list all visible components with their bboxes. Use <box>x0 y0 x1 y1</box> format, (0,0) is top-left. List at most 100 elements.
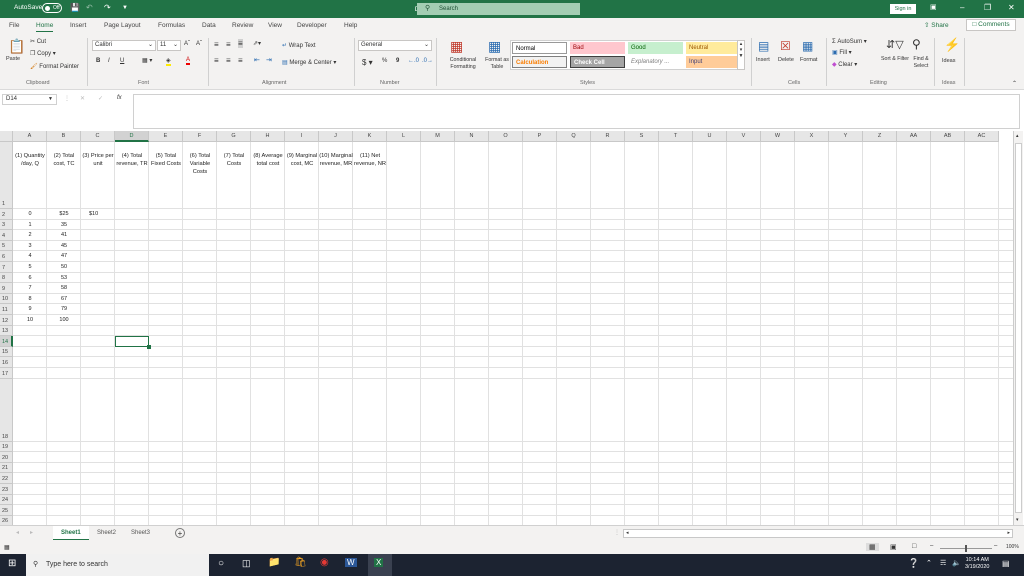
column-title-3[interactable]: (3) Price per unit <box>81 152 115 168</box>
scroll-right-icon[interactable]: ▸ <box>1007 530 1010 536</box>
column-header-n[interactable]: N <box>455 131 489 142</box>
font-size-select[interactable]: 11 ⌄ <box>157 40 181 51</box>
page-layout-view-icon[interactable]: ▣ <box>890 543 897 551</box>
row-header-11[interactable]: 11 <box>0 304 13 315</box>
cell-style-input[interactable]: Input <box>686 56 741 68</box>
cell-c2[interactable]: $10 <box>89 211 115 217</box>
delete-cells-icon[interactable]: ☒ <box>780 39 791 53</box>
tab-split-handle[interactable]: ⋮ <box>614 529 620 536</box>
row-header-7[interactable]: 7 <box>0 262 13 273</box>
column-header-k[interactable]: K <box>353 131 387 142</box>
cell-style-check-cell[interactable]: Check Cell <box>570 56 625 68</box>
format-cells-button[interactable]: Format <box>800 57 817 63</box>
add-sheet-button[interactable]: + <box>175 528 185 538</box>
enter-icon[interactable]: ✓ <box>98 95 103 102</box>
column-title-4[interactable]: (4) Total revenue, TR <box>115 152 149 168</box>
tab-file[interactable]: File <box>9 22 19 29</box>
collapse-ribbon-icon[interactable]: ⌃ <box>1012 80 1017 87</box>
row-header-5[interactable]: 5 <box>0 240 13 252</box>
show-hidden-icons[interactable]: ⌃ <box>926 559 932 567</box>
cell-a12[interactable]: 10 <box>13 317 47 323</box>
tab-view[interactable]: View <box>268 22 282 29</box>
column-header-c[interactable]: C <box>81 131 115 142</box>
zoom-in-button[interactable]: – <box>994 543 997 549</box>
store-icon[interactable]: 🛍 <box>294 557 307 568</box>
row-header-3[interactable]: 3 <box>0 219 13 231</box>
column-header-z[interactable]: Z <box>863 131 897 142</box>
align-left-icon[interactable]: ≡ <box>214 56 219 65</box>
column-title-7[interactable]: (7) Total Costs <box>217 152 251 168</box>
word-icon[interactable]: W <box>345 558 357 567</box>
cell-b9[interactable]: 58 <box>47 285 81 291</box>
row-header-24[interactable]: 24 <box>0 494 13 506</box>
zoom-level[interactable]: 100% <box>1006 544 1019 550</box>
borders-icon[interactable]: ▦ ▾ <box>142 57 152 64</box>
sheet-tab-sheet3[interactable]: Sheet3 <box>123 526 158 540</box>
cell-b12[interactable]: 100 <box>47 317 81 323</box>
paste-icon[interactable]: 📋 <box>8 38 25 55</box>
comma-button[interactable]: 9 <box>396 58 399 64</box>
notifications-icon[interactable]: ▤ <box>1002 559 1010 568</box>
zoom-out-button[interactable]: – <box>930 543 933 549</box>
cell-a11[interactable]: 9 <box>13 306 47 312</box>
number-format-select[interactable]: General ⌄ <box>358 40 432 51</box>
ideas-button[interactable]: Ideas <box>942 58 955 64</box>
format-as-table-button[interactable]: Format as Table <box>480 57 514 71</box>
customize-quick-access-icon[interactable]: ▼ <box>122 5 128 11</box>
orientation-icon[interactable]: ⇗▾ <box>253 40 261 47</box>
scroll-tabs-right-icon[interactable]: ▸ <box>30 529 33 536</box>
format-as-table-icon[interactable]: ▦ <box>488 38 501 55</box>
column-header-l[interactable]: L <box>387 131 421 142</box>
search-box[interactable]: ⚲ Search <box>417 3 580 15</box>
cut-button[interactable]: ✂ Cut <box>30 38 46 45</box>
currency-button[interactable]: $ ▾ <box>362 58 373 67</box>
cell-b10[interactable]: 67 <box>47 296 81 302</box>
cell-b7[interactable]: 50 <box>47 264 81 270</box>
delete-cells-button[interactable]: Delete <box>778 57 794 63</box>
tab-page-layout[interactable]: Page Layout <box>104 22 141 29</box>
cell-b4[interactable]: 41 <box>47 232 81 238</box>
column-header-ab[interactable]: AB <box>931 131 965 142</box>
normal-view-icon[interactable]: ▦ <box>866 543 879 551</box>
row-header-13[interactable]: 13 <box>0 325 13 337</box>
percent-button[interactable]: % <box>382 58 387 64</box>
find-select-icon[interactable]: ⚲ <box>912 37 921 51</box>
row-header-16[interactable]: 16 <box>0 357 13 368</box>
increase-decimal-icon[interactable]: ←.0 <box>408 58 419 64</box>
cell-a5[interactable]: 3 <box>13 243 47 249</box>
macro-recording-icon[interactable]: ▦ <box>4 544 10 551</box>
cell-style-bad[interactable]: Bad <box>570 42 625 54</box>
fill-handle[interactable] <box>147 345 151 350</box>
column-header-a[interactable]: A <box>13 131 47 142</box>
column-header-v[interactable]: V <box>727 131 761 142</box>
column-title-11[interactable]: (11) Net revenue, NR <box>353 152 387 168</box>
paste-button[interactable]: Paste <box>6 56 20 62</box>
insert-cells-icon[interactable]: ▤ <box>758 39 769 53</box>
help-icon[interactable]: ❔ <box>908 558 919 569</box>
row-header-6[interactable]: 6 <box>0 251 13 262</box>
row-header-15[interactable]: 15 <box>0 346 13 358</box>
column-header-e[interactable]: E <box>149 131 183 142</box>
row-header-14[interactable]: 14 <box>0 336 13 347</box>
autosave-toggle[interactable]: Off <box>42 3 62 13</box>
name-box[interactable]: D14 ▼ <box>2 94 57 105</box>
windows-start-icon[interactable]: ⊞ <box>8 558 16 569</box>
tab-insert[interactable]: Insert <box>70 22 86 29</box>
row-header-19[interactable]: 19 <box>0 441 13 453</box>
formula-input[interactable] <box>133 94 1020 129</box>
cortana-icon[interactable]: ○ <box>218 558 224 569</box>
row-header-1[interactable]: 1 <box>0 142 13 209</box>
column-header-j[interactable]: J <box>319 131 353 142</box>
column-title-8[interactable]: (8) Average total cost <box>251 152 285 168</box>
column-header-q[interactable]: Q <box>557 131 591 142</box>
column-header-i[interactable]: I <box>285 131 319 142</box>
column-title-9[interactable]: (9) Marginal cost, MC <box>285 152 319 168</box>
scroll-tabs-left-icon[interactable]: ◂ <box>16 529 19 536</box>
font-color-icon[interactable]: A <box>186 57 191 65</box>
column-header-w[interactable]: W <box>761 131 795 142</box>
minimize-button[interactable]: – <box>960 3 964 12</box>
align-right-icon[interactable]: ≡ <box>238 56 243 65</box>
row-header-25[interactable]: 25 <box>0 505 13 516</box>
selected-cell[interactable] <box>115 336 151 350</box>
format-cells-icon[interactable]: ▦ <box>802 39 813 53</box>
